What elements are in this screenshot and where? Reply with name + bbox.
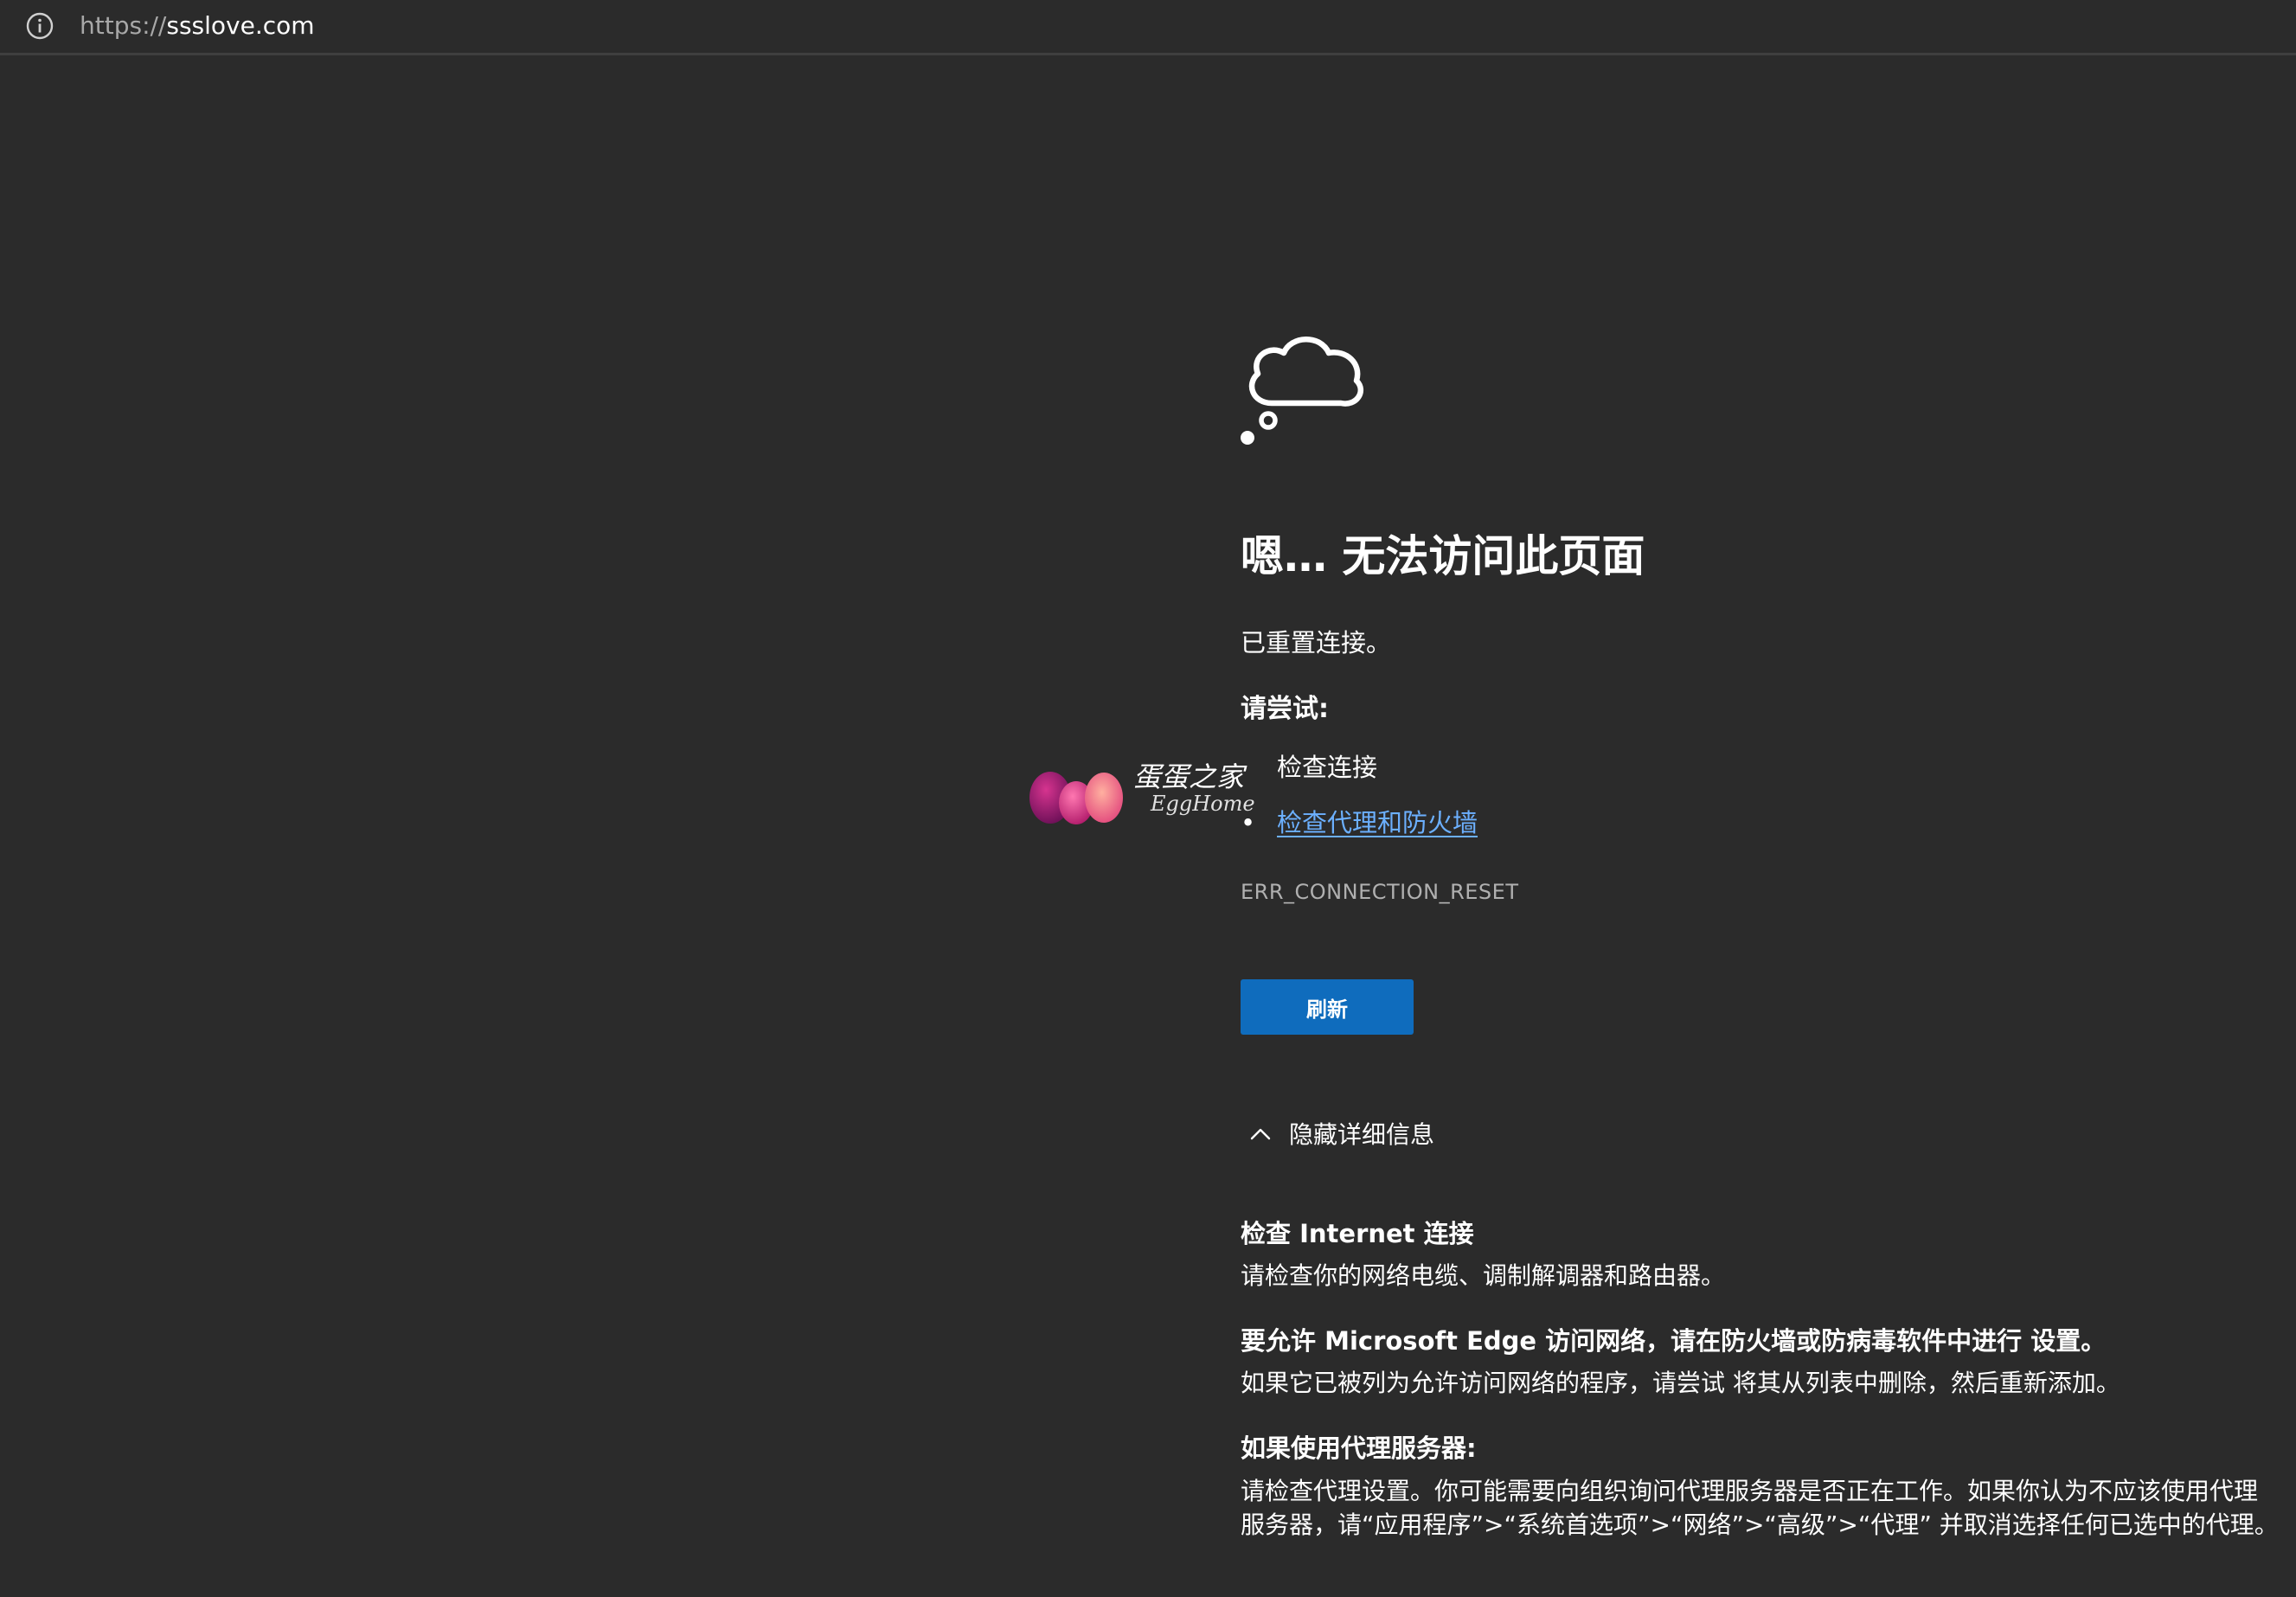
try-heading: 请尝试: (1241, 694, 1329, 724)
page-title: 嗯… 无法访问此页面 (1241, 531, 1645, 581)
thought-cloud-icon (1241, 337, 1364, 445)
info-circle-icon[interactable] (25, 11, 55, 41)
list-bullet: • (1241, 808, 1256, 837)
detail-heading-proxy: 如果使用代理服务器: (1241, 1433, 1477, 1463)
suggestion-check-connection: 检查连接 (1277, 753, 1378, 782)
error-code: ERR_CONNECTION_RESET (1241, 880, 1519, 904)
detail-heading-internet: 检查 Internet 连接 (1241, 1219, 1474, 1248)
detail-text-proxy: 请检查代理设置。你可能需要向组织询问代理服务器是否正在工作。如果你认为不应该使用… (1241, 1477, 2279, 1539)
hide-details-label: 隐藏详细信息 (1289, 1120, 1435, 1149)
refresh-button[interactable]: 刷新 (1241, 979, 1414, 1035)
watermark-text-cn: 蛋蛋之家 (1133, 760, 1245, 793)
check-proxy-firewall-link[interactable]: 检查代理和防火墙 (1277, 805, 1478, 841)
url-text[interactable]: https://ssslove.com (80, 9, 315, 43)
address-bar[interactable]: https://ssslove.com (0, 0, 2296, 55)
watermark-text-en: EggHome (1151, 792, 1255, 816)
chevron-up-icon (1250, 1128, 1271, 1140)
error-subtitle: 已重置连接。 (1241, 628, 1392, 657)
detail-text-internet: 请检查你的网络电缆、调制解调器和路由器。 (1241, 1261, 1726, 1290)
url-scheme: https:// (80, 11, 167, 40)
detail-heading-firewall: 要允许 Microsoft Edge 访问网络，请在防火墙或防病毒软件中进行 设… (1241, 1326, 2107, 1356)
detail-text-firewall: 如果它已被列为允许访问网络的程序，请尝试 将其从列表中删除，然后重新添加。 (1241, 1369, 2120, 1397)
hide-details-toggle[interactable]: 隐藏详细信息 (1241, 1116, 1587, 1154)
url-host: ssslove.com (166, 11, 315, 40)
